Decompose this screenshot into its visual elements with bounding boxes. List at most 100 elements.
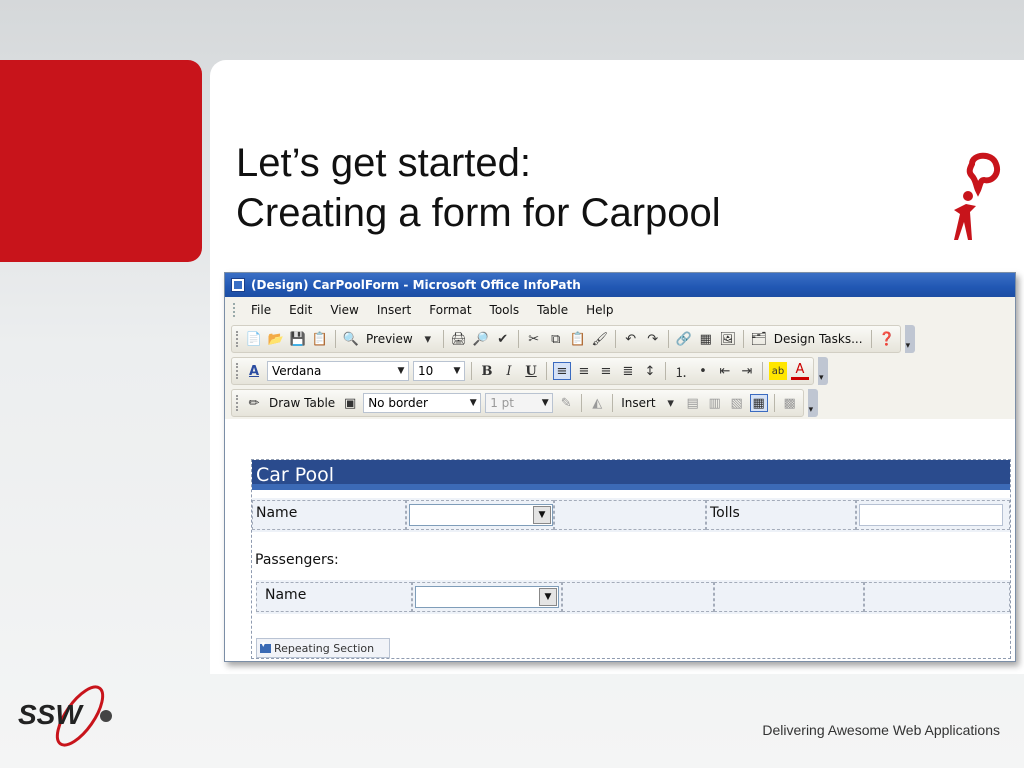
slide-title-line-1: Let’s get started: <box>236 141 531 185</box>
spelling-icon[interactable]: ✔ <box>494 330 512 348</box>
font-name-combo[interactable]: Verdana ▼ <box>267 361 409 381</box>
align-left-icon[interactable]: ≡ <box>553 362 571 380</box>
tolls-input-cell <box>856 500 1010 530</box>
menu-edit[interactable]: Edit <box>280 303 321 317</box>
toolbar-grip[interactable] <box>236 395 239 411</box>
toolbar-separator <box>762 362 763 380</box>
border-style-value: No border <box>368 396 428 410</box>
bullet-list-icon[interactable]: • <box>694 362 712 380</box>
chevron-down-icon[interactable]: ▼ <box>394 362 408 380</box>
chevron-down-icon[interactable]: ▼ <box>538 394 552 412</box>
decrease-indent-icon[interactable]: ⇤ <box>716 362 734 380</box>
toolbar-overflow-button[interactable] <box>904 325 915 353</box>
passenger-name-dropdown[interactable]: ▼ <box>415 586 559 608</box>
table-icon[interactable]: ▦ <box>697 330 715 348</box>
line-spacing-icon[interactable]: ↕ <box>641 362 659 380</box>
insert-table-button[interactable]: Insert <box>619 396 657 410</box>
form-header[interactable]: Car Pool <box>252 460 1010 490</box>
chevron-down-icon[interactable]: ▼ <box>533 506 551 524</box>
name-label[interactable]: Name <box>252 500 406 530</box>
window-titlebar[interactable]: (Design) CarPoolForm - Microsoft Office … <box>225 273 1015 297</box>
chevron-down-icon[interactable]: ▼ <box>466 394 480 412</box>
empty-cell <box>562 582 714 612</box>
shading-icon[interactable]: ◭ <box>588 394 606 412</box>
tolls-label[interactable]: Tolls <box>706 500 856 530</box>
menu-format[interactable]: Format <box>420 303 480 317</box>
bold-button[interactable]: B <box>478 362 496 380</box>
toolbar-overflow-button[interactable] <box>807 389 818 417</box>
picture-icon[interactable]: 🖼 <box>719 330 737 348</box>
chevron-down-icon[interactable]: ▼ <box>539 588 557 606</box>
border-width-combo[interactable]: 1 pt ▼ <box>485 393 554 413</box>
print-icon[interactable]: 🖨 <box>450 330 468 348</box>
menu-tools[interactable]: Tools <box>481 303 529 317</box>
toolbar-grip[interactable] <box>236 331 239 347</box>
open-folder-icon[interactable]: 📂 <box>267 330 285 348</box>
split-cells-icon[interactable]: ▥ <box>706 394 724 412</box>
toolbar-separator <box>612 394 614 412</box>
infopath-app-icon[interactable] <box>231 278 245 292</box>
highlight-icon[interactable]: ab <box>769 362 787 380</box>
insert-dropdown-icon[interactable]: ▾ <box>662 394 680 412</box>
toolbar-separator <box>870 330 872 348</box>
italic-button[interactable]: I <box>500 362 518 380</box>
design-tasks-icon[interactable]: 🗂 <box>750 330 768 348</box>
menu-insert[interactable]: Insert <box>368 303 420 317</box>
publish-icon[interactable]: 📋 <box>311 330 329 348</box>
border-style-icon[interactable]: ▣ <box>341 394 359 412</box>
formatting-toolbar-band: A Verdana ▼ 10 ▼ B I U ≡ ≡ ≡ ≣ ↕ ⒈ • ⇤ ⇥ <box>231 357 814 385</box>
ssw-logo: SSW <box>18 685 112 747</box>
repeating-section-tab[interactable]: Repeating Section <box>256 638 390 658</box>
save-icon[interactable]: 💾 <box>289 330 307 348</box>
increase-indent-icon[interactable]: ⇥ <box>738 362 756 380</box>
passenger-name-label[interactable]: Name <box>256 582 412 612</box>
section-menu-icon[interactable] <box>260 640 271 653</box>
underline-button[interactable]: U <box>522 362 540 380</box>
design-new-icon[interactable]: 📄 <box>245 330 263 348</box>
copy-icon[interactable]: ⧉ <box>547 330 565 348</box>
justify-icon[interactable]: ≣ <box>619 362 637 380</box>
help-icon[interactable]: ❓ <box>878 330 896 348</box>
menu-file[interactable]: File <box>242 303 280 317</box>
print-preview-icon[interactable]: 🔎 <box>472 330 490 348</box>
merge-cells-icon[interactable]: ▤ <box>684 394 702 412</box>
passengers-label[interactable]: Passengers: <box>255 552 339 568</box>
name-dropdown[interactable]: ▼ <box>409 504 553 526</box>
toolbar-overflow-button[interactable] <box>818 357 828 385</box>
preview-dropdown-icon[interactable]: ▾ <box>419 330 437 348</box>
format-painter-icon[interactable]: 🖌 <box>591 330 609 348</box>
redo-icon[interactable]: ↷ <box>644 330 662 348</box>
border-color-icon[interactable]: ✎ <box>557 394 575 412</box>
menu-view[interactable]: View <box>321 303 367 317</box>
toolbar-grip[interactable] <box>236 363 239 379</box>
font-size-combo[interactable]: 10 ▼ <box>413 361 465 381</box>
numbered-list-icon[interactable]: ⒈ <box>672 362 690 381</box>
delete-cells-icon[interactable]: ▧ <box>728 394 746 412</box>
toolbar-separator <box>546 362 547 380</box>
empty-cell <box>714 582 864 612</box>
preview-icon[interactable]: 🔍 <box>342 330 360 348</box>
hyperlink-icon[interactable]: 🔗 <box>675 330 693 348</box>
tolls-input[interactable] <box>859 504 1003 526</box>
show-gridlines-icon[interactable]: ▦ <box>749 394 768 412</box>
standard-toolbar: 📄 📂 💾 📋 🔍 Preview ▾ 🖨 🔎 ✔ ✂ ⧉ 📋 🖌 ↶ ↷ 🔗 … <box>225 323 1015 355</box>
font-style-icon[interactable]: A <box>245 362 263 380</box>
draw-table-button[interactable]: Draw Table <box>267 396 337 410</box>
design-canvas[interactable]: Car Pool Name ▼ Tolls Passengers: Name ▼… <box>225 419 1015 661</box>
menu-help[interactable]: Help <box>577 303 622 317</box>
font-size-value: 10 <box>418 364 434 378</box>
menubar-grip[interactable] <box>233 303 236 317</box>
draw-table-icon[interactable]: ✏ <box>245 394 263 412</box>
cut-icon[interactable]: ✂ <box>525 330 543 348</box>
menu-table[interactable]: Table <box>528 303 577 317</box>
chevron-down-icon[interactable]: ▼ <box>450 362 464 380</box>
undo-icon[interactable]: ↶ <box>622 330 640 348</box>
font-color-icon[interactable]: A <box>791 362 809 380</box>
paste-icon[interactable]: 📋 <box>569 330 587 348</box>
table-properties-icon[interactable]: ▩ <box>781 394 799 412</box>
border-style-combo[interactable]: No border ▼ <box>363 393 482 413</box>
align-right-icon[interactable]: ≡ <box>597 362 615 380</box>
preview-button[interactable]: Preview <box>364 332 415 346</box>
align-center-icon[interactable]: ≡ <box>575 362 593 380</box>
design-tasks-button[interactable]: Design Tasks... <box>772 332 865 346</box>
